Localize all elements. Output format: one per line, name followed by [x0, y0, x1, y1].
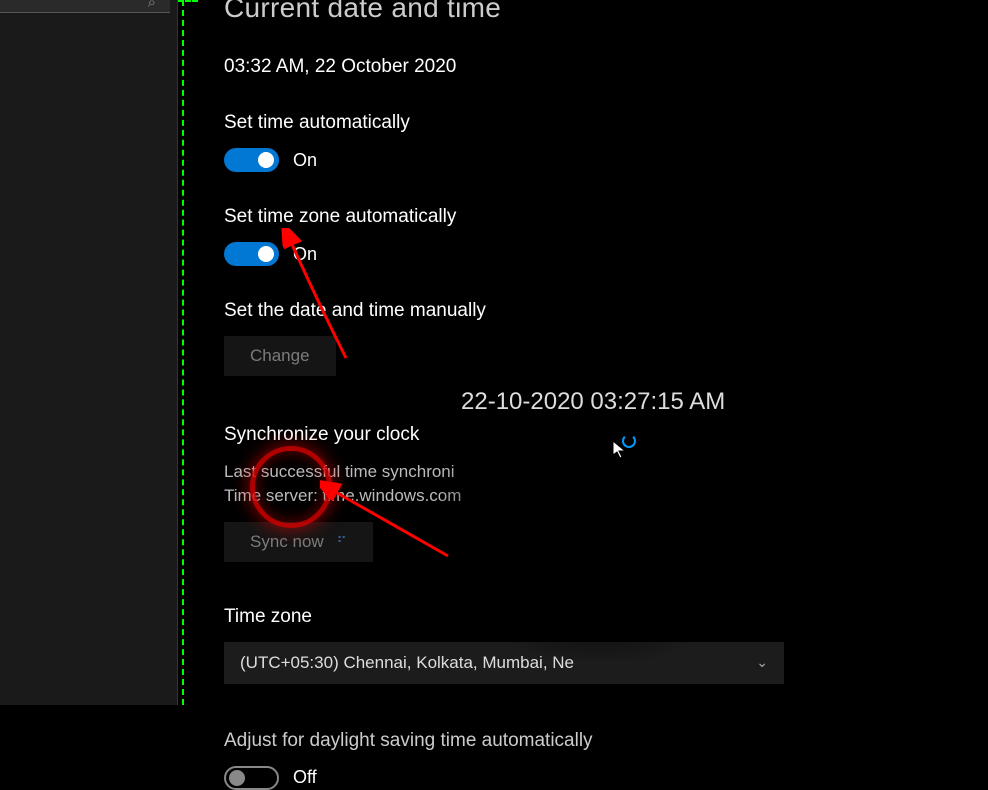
sidebar: ⌕	[0, 0, 178, 705]
dst-toggle[interactable]	[224, 766, 279, 790]
set-tz-auto-toggle[interactable]	[224, 242, 279, 266]
time-server-line: Time server: time.windows.com	[224, 486, 461, 505]
chevron-down-icon: ⌄	[756, 654, 768, 671]
set-time-auto-toggle[interactable]	[224, 148, 279, 172]
toggle-knob	[258, 152, 274, 168]
timezone-label: Time zone	[224, 606, 988, 628]
timezone-dropdown[interactable]: (UTC+05:30) Chennai, Kolkata, Mumbai, Ne…	[224, 642, 784, 684]
search-icon: ⌕	[148, 0, 156, 11]
toggle-knob	[258, 246, 274, 262]
annotation-dashed-line-top	[178, 0, 198, 2]
set-tz-auto-state: On	[293, 244, 317, 265]
dst-label: Adjust for daylight saving time automati…	[224, 730, 988, 752]
toggle-knob	[229, 770, 245, 786]
sync-title: Synchronize your clock	[224, 424, 988, 446]
set-manual-label: Set the date and time manually	[224, 300, 988, 322]
change-button[interactable]: Change	[224, 336, 336, 376]
set-time-auto-label: Set time automatically	[224, 112, 988, 134]
current-datetime: 03:32 AM, 22 October 2020	[224, 56, 988, 78]
loading-spinner-icon: ⠋	[336, 534, 346, 551]
last-sync-line: Last successful time synchroni	[224, 462, 455, 481]
set-time-auto-state: On	[293, 150, 317, 171]
annotation-dashed-line	[182, 0, 184, 705]
set-tz-auto-label: Set time zone automatically	[224, 206, 988, 228]
search-input[interactable]: ⌕	[0, 0, 170, 13]
settings-content: Current date and time 03:32 AM, 22 Octob…	[224, 0, 988, 705]
sync-now-label: Sync now	[250, 532, 324, 551]
overlay-timestamp: 22-10-2020 03:27:15 AM	[461, 388, 725, 416]
page-title: Current date and time	[224, 0, 988, 24]
sync-now-button[interactable]: Sync now ⠋	[224, 522, 373, 562]
dst-state: Off	[293, 767, 317, 788]
sync-info: Last successful time synchroni Time serv…	[224, 460, 988, 508]
timezone-selected: (UTC+05:30) Chennai, Kolkata, Mumbai, Ne	[240, 653, 574, 673]
